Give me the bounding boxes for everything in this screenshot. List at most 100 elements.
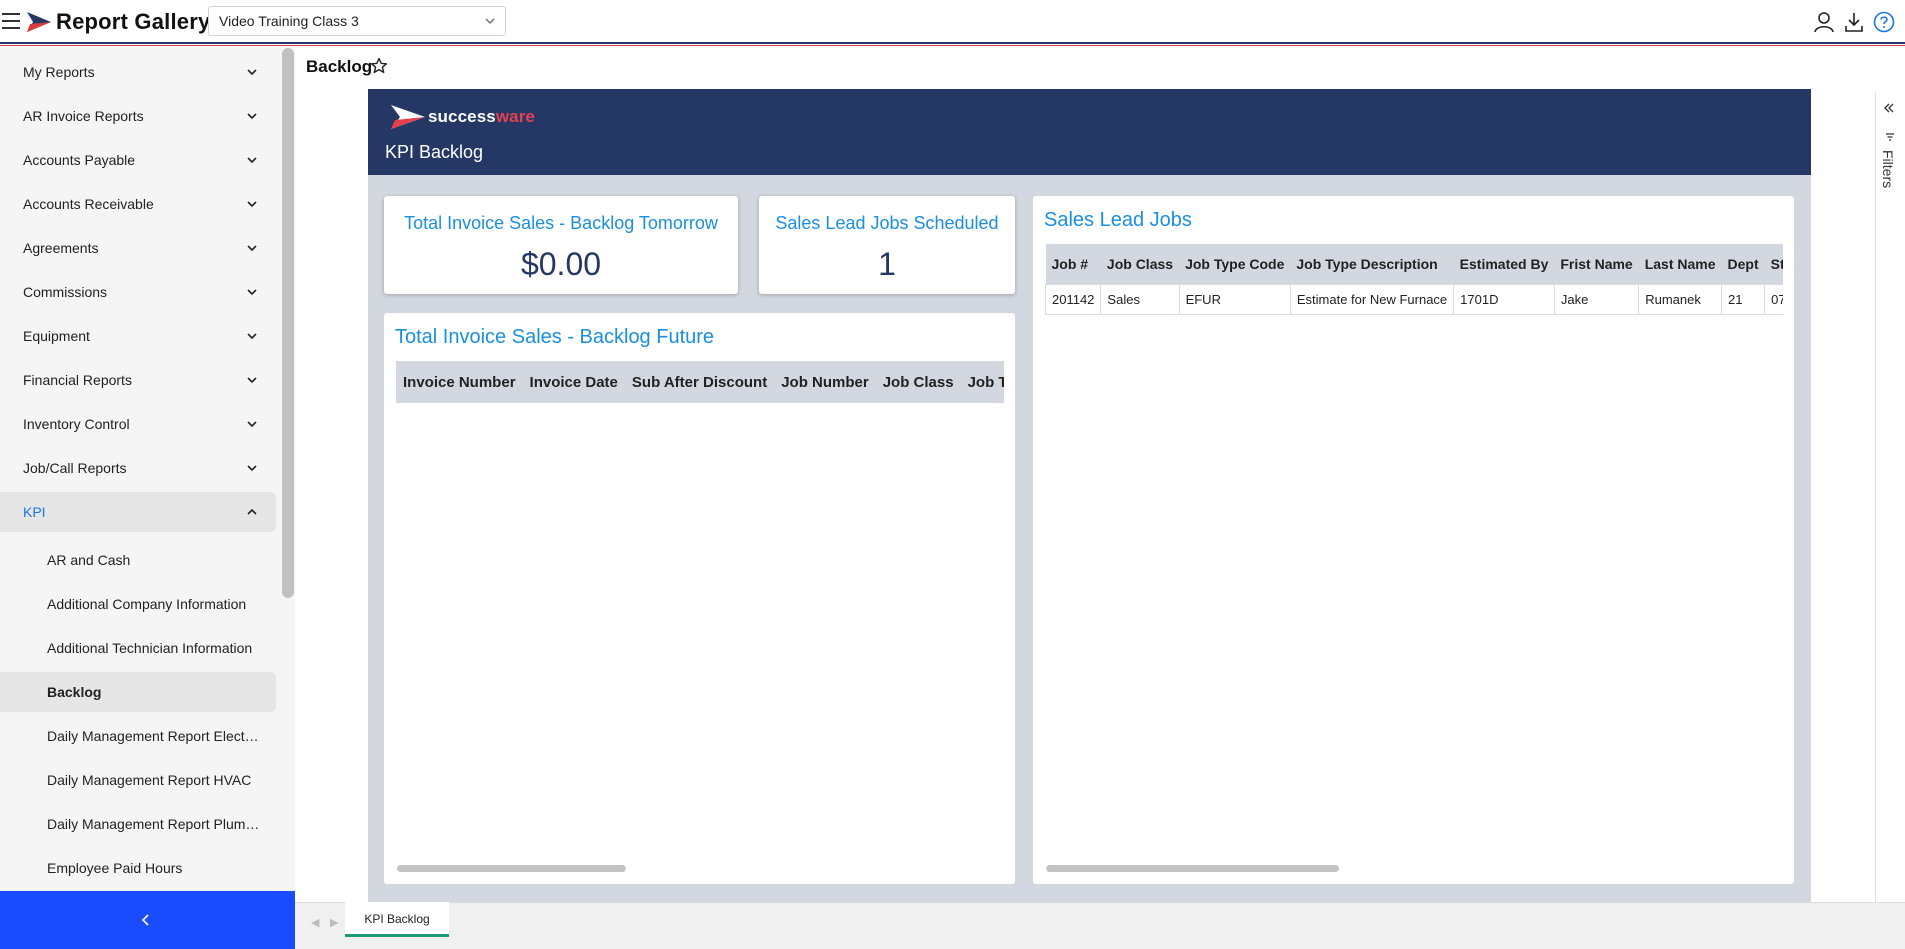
tab-scroll-right-icon[interactable]: ▶	[330, 916, 338, 929]
report-gallery-logo	[27, 12, 51, 32]
sales-lead-jobs-table: Job # Job Class Job Type Code Job Type D…	[1045, 244, 1783, 315]
report-header	[368, 89, 1811, 175]
column-header-job-type[interactable]: Job Type	[960, 361, 1004, 403]
chevron-down-icon	[247, 333, 257, 340]
successware-wordmark: successware	[428, 107, 535, 127]
header-divider-red	[0, 45, 1905, 46]
sidebar-collapse-button[interactable]	[0, 891, 295, 949]
help-icon[interactable]	[1873, 11, 1895, 33]
filters-toggle[interactable]: Filters	[1880, 150, 1896, 188]
double-chevron-left-icon[interactable]	[1883, 102, 1895, 114]
kpi-card-title: Sales Lead Jobs Scheduled	[775, 213, 999, 233]
table-header-row: Job # Job Class Job Type Code Job Type D…	[1045, 244, 1783, 284]
table-row[interactable]: 201142 Sales EFUR Estimate for New Furna…	[1045, 283, 1783, 315]
header-divider-navy	[0, 42, 1905, 44]
column-header-invoice-date[interactable]: Invoice Date	[522, 361, 625, 403]
column-header-last-name[interactable]: Last Name	[1638, 244, 1722, 284]
column-header-start-date[interactable]: Start D	[1764, 244, 1783, 284]
sidebar-subitem-additional-technician-information[interactable]: Additional Technician Information	[0, 628, 276, 668]
column-header-job-number[interactable]: Job #	[1045, 244, 1101, 284]
tab-kpi-backlog[interactable]: KPI Backlog	[345, 902, 449, 937]
sidebar-item-inventory-control[interactable]: Inventory Control	[0, 404, 276, 444]
sidebar-item-label: Financial Reports	[23, 372, 132, 388]
sidebar-subitem-daily-management-report-electrical[interactable]: Daily Management Report Electrical	[0, 716, 276, 756]
column-header-job-number[interactable]: Job Number	[774, 361, 876, 403]
chevron-down-icon	[247, 201, 257, 208]
successware-logo	[391, 105, 425, 129]
sidebar-item-label: AR Invoice Reports	[23, 108, 144, 124]
column-header-estimated-by[interactable]: Estimated By	[1453, 244, 1555, 284]
filters-panel	[1875, 92, 1905, 902]
app-title: Report Gallery	[56, 9, 211, 34]
chevron-left-icon	[141, 914, 149, 926]
company-select-value: Video Training Class 3	[219, 13, 359, 29]
chevron-down-icon	[247, 289, 257, 296]
sidebar-item-label: Equipment	[23, 328, 90, 344]
sidebar-subitem-employee-paid-hours[interactable]: Employee Paid Hours	[0, 848, 276, 888]
sidebar-subitem-backlog[interactable]: Backlog	[0, 672, 276, 712]
sidebar-item-label: Accounts Receivable	[23, 196, 154, 212]
column-header-job-class[interactable]: Job Class	[875, 361, 961, 403]
chevron-down-icon	[247, 421, 257, 428]
brand-primary-text: success	[428, 107, 496, 126]
horizontal-scrollbar[interactable]	[1046, 865, 1339, 872]
chevron-down-icon	[247, 245, 257, 252]
sidebar-item-financial-reports[interactable]: Financial Reports	[0, 360, 276, 400]
sidebar-item-label: Commissions	[23, 284, 108, 300]
chevron-down-icon	[247, 377, 257, 384]
horizontal-scrollbar[interactable]	[397, 865, 626, 872]
column-header-first-name[interactable]: Frist Name	[1554, 244, 1639, 284]
sidebar-subitem-additional-company-information[interactable]: Additional Company Information	[0, 584, 276, 624]
sidebar-scrollbar[interactable]	[282, 48, 294, 598]
kpi-card-backlog-tomorrow: Total Invoice Sales - Backlog Tomorrow $…	[384, 196, 738, 294]
sidebar-subitem-daily-management-report-plumbing[interactable]: Daily Management Report Plumbing	[0, 804, 276, 844]
sidebar-item-equipment[interactable]: Equipment	[0, 316, 276, 356]
sidebar-subitem-daily-management-report-hvac[interactable]: Daily Management Report HVAC	[0, 760, 276, 800]
column-header-job-type-description[interactable]: Job Type Description	[1290, 244, 1454, 284]
page-title: Backlog	[306, 57, 373, 76]
table-cell: EFUR	[1178, 283, 1291, 315]
sidebar-item-kpi[interactable]: KPI	[0, 492, 276, 532]
sidebar-item-accounts-payable[interactable]: Accounts Payable	[0, 140, 276, 180]
user-icon[interactable]	[1813, 11, 1835, 33]
section-title: Sales Lead Jobs	[1044, 209, 1192, 231]
sidebar-item-job-call-reports[interactable]: Job/Call Reports	[0, 448, 276, 488]
column-header-dept[interactable]: Dept	[1721, 244, 1765, 284]
backlog-future-panel: Total Invoice Sales - Backlog Future Inv…	[384, 313, 1015, 884]
section-title: Total Invoice Sales - Backlog Future	[395, 326, 715, 348]
sales-lead-jobs-table-wrap: Job # Job Class Job Type Code Job Type D…	[1045, 244, 1783, 316]
table-cell: 07/30/	[1764, 283, 1783, 315]
sidebar-item-commissions[interactable]: Commissions	[0, 272, 276, 312]
sidebar-item-agreements[interactable]: Agreements	[0, 228, 276, 268]
backlog-future-table: Invoice Number Invoice Date Sub After Di…	[396, 361, 1004, 403]
table-header-row: Invoice Number Invoice Date Sub After Di…	[396, 361, 1004, 403]
sidebar-item-accounts-receivable[interactable]: Accounts Receivable	[0, 184, 276, 224]
chevron-up-icon	[247, 508, 257, 515]
table-cell: 1701D	[1453, 283, 1555, 315]
sidebar-item-my-reports[interactable]: My Reports	[0, 52, 276, 92]
sidebar-item-label: Inventory Control	[23, 416, 130, 432]
table-cell: 21	[1721, 283, 1766, 315]
kpi-card-value: $0.00	[520, 246, 602, 282]
sidebar-item-label: My Reports	[23, 64, 95, 80]
report-page-tabs-bar	[295, 902, 1905, 949]
kpi-card-sales-lead-jobs-scheduled: Sales Lead Jobs Scheduled 1	[759, 196, 1015, 294]
tab-scroll-left-icon[interactable]: ◀	[311, 916, 319, 929]
kpi-card-value: 1	[878, 246, 896, 282]
menu-icon[interactable]	[2, 13, 20, 29]
table-cell: Rumanek	[1638, 283, 1723, 315]
chevron-down-icon	[247, 113, 257, 120]
table-cell: Jake	[1553, 283, 1640, 315]
table-cell: 201142	[1045, 283, 1102, 315]
column-header-job-class[interactable]: Job Class	[1100, 244, 1180, 284]
column-header-invoice-number[interactable]: Invoice Number	[396, 361, 523, 403]
company-select[interactable]: Video Training Class 3	[208, 6, 506, 36]
column-header-job-type-code[interactable]: Job Type Code	[1179, 244, 1291, 284]
star-icon[interactable]	[370, 57, 388, 75]
sidebar-subitem-ar-and-cash[interactable]: AR and Cash	[0, 540, 276, 580]
table-cell: Sales	[1100, 283, 1180, 315]
column-header-sub-after-discount[interactable]: Sub After Discount	[624, 361, 775, 403]
download-icon[interactable]	[1843, 11, 1865, 33]
filter-icon	[1886, 133, 1894, 141]
sidebar-item-ar-invoice-reports[interactable]: AR Invoice Reports	[0, 96, 276, 136]
